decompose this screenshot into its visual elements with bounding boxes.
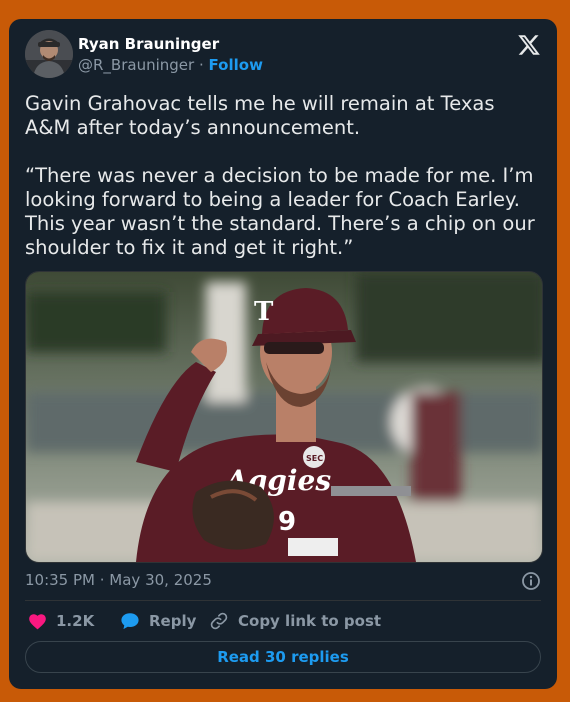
avatar[interactable] bbox=[25, 30, 73, 78]
heart-icon bbox=[29, 614, 46, 630]
x-logo-icon[interactable] bbox=[517, 33, 541, 57]
handle-row: @R_Brauninger · Follow bbox=[78, 56, 263, 74]
reply-bubble-icon bbox=[121, 613, 139, 630]
meta-row: 10:35 PM · May 30, 2025 bbox=[25, 571, 541, 591]
author-name[interactable]: Ryan Brauninger bbox=[78, 35, 219, 53]
separator: · bbox=[198, 56, 204, 74]
tweet-text: Gavin Grahovac tells me he will remain a… bbox=[25, 92, 535, 259]
copy-link-button[interactable]: Copy link to post bbox=[209, 609, 381, 633]
link-icon bbox=[210, 612, 228, 630]
like-count: 1.2K bbox=[56, 612, 95, 630]
follow-button[interactable]: Follow bbox=[209, 56, 263, 74]
read-replies-button[interactable]: Read 30 replies bbox=[25, 641, 541, 673]
copy-link-label: Copy link to post bbox=[238, 612, 382, 630]
author-handle[interactable]: @R_Brauninger bbox=[78, 56, 194, 74]
divider bbox=[25, 600, 541, 601]
jersey-patch: SEC bbox=[306, 454, 323, 463]
jersey-number: 9 bbox=[278, 507, 296, 537]
reply-label: Reply bbox=[149, 612, 197, 630]
tweet-card: Ryan Brauninger @R_Brauninger · Follow G… bbox=[9, 19, 557, 689]
reply-button[interactable]: Reply bbox=[120, 609, 196, 633]
timestamp[interactable]: 10:35 PM · May 30, 2025 bbox=[25, 571, 212, 589]
cap-logo: T bbox=[254, 297, 274, 327]
info-icon[interactable] bbox=[521, 571, 541, 591]
like-button[interactable]: 1.2K bbox=[28, 609, 94, 633]
action-bar: 1.2K Reply Copy link to post bbox=[25, 609, 541, 633]
tweet-photo[interactable]: T SEC Aggies 9 bbox=[25, 271, 543, 563]
